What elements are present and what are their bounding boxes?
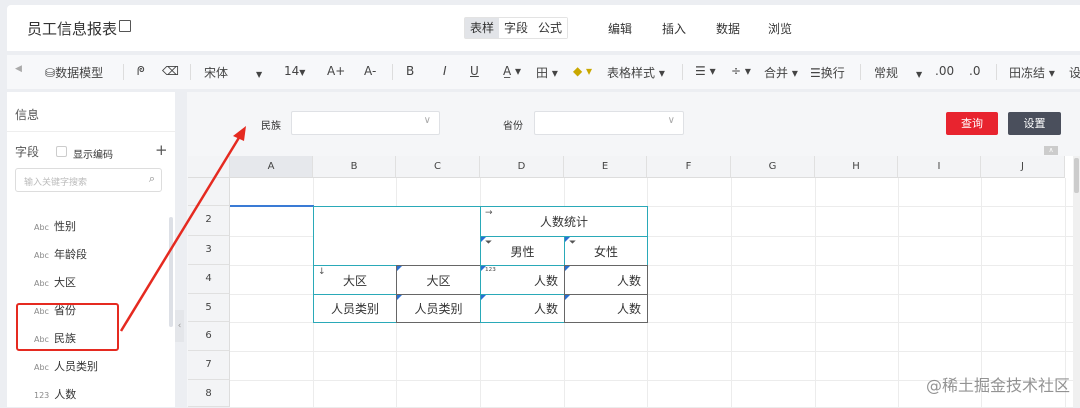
annotation-arrow xyxy=(119,126,246,332)
watermark: @稀土掘金技术社区 xyxy=(925,376,1070,395)
